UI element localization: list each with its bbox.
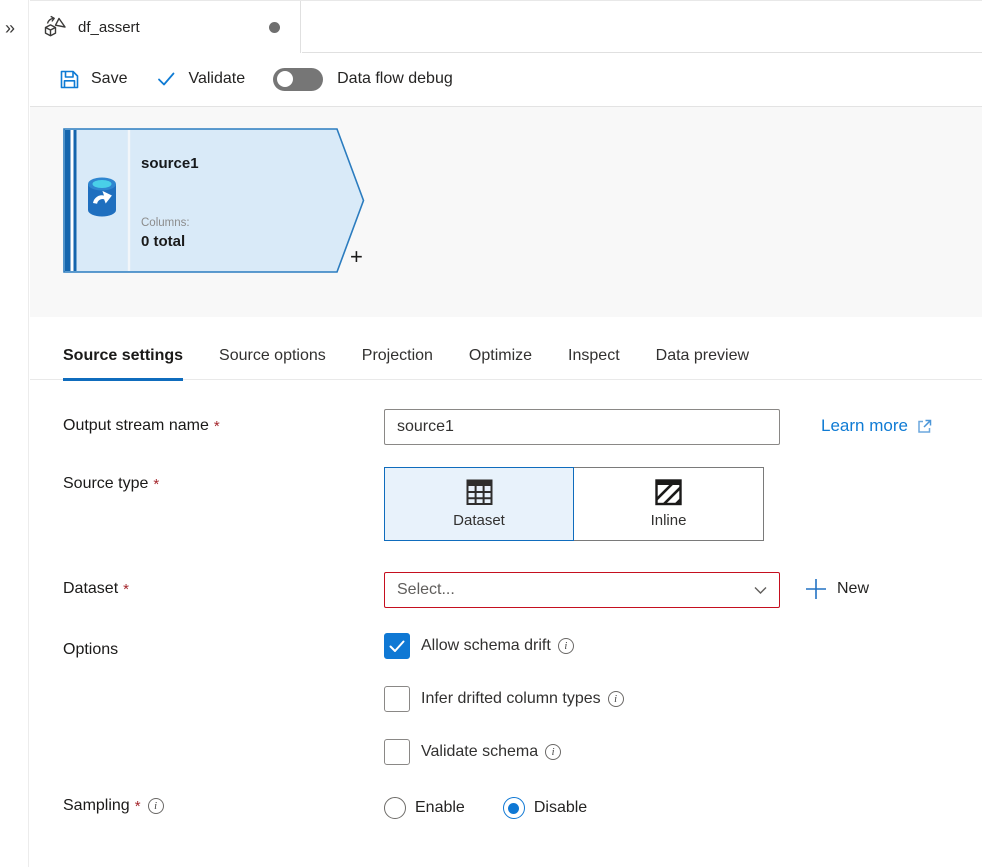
tab-data-preview[interactable]: Data preview <box>656 347 749 381</box>
output-stream-name-row: Output stream name * Learn more <box>63 409 982 445</box>
tab-inspect[interactable]: Inspect <box>568 347 620 381</box>
tab-optimize[interactable]: Optimize <box>469 347 532 381</box>
validate-schema-row: Validate schema i <box>384 739 624 765</box>
sampling-disable-option[interactable]: Disable <box>503 797 587 819</box>
validate-button[interactable]: Validate <box>155 69 245 89</box>
expand-sidebar-chevron-icon[interactable]: » <box>5 18 15 39</box>
plus-icon <box>804 577 828 601</box>
allow-schema-drift-checkbox[interactable] <box>384 633 410 659</box>
required-asterisk: * <box>123 581 129 598</box>
info-icon[interactable]: i <box>558 638 574 654</box>
source-type-inline-button[interactable]: Inline <box>574 467 764 541</box>
external-link-icon <box>916 418 933 435</box>
validate-schema-checkbox[interactable] <box>384 739 410 765</box>
tab-source-options[interactable]: Source options <box>219 347 326 381</box>
tab-source-settings[interactable]: Source settings <box>63 347 183 381</box>
info-icon[interactable]: i <box>148 798 164 814</box>
node-title: source1 <box>141 155 199 172</box>
required-asterisk: * <box>153 476 159 493</box>
data-flow-debug-toggle[interactable] <box>273 68 323 91</box>
disable-radio[interactable] <box>503 797 525 819</box>
source-type-row: Source type * Dataset <box>63 467 982 541</box>
dataflow-icon <box>42 15 68 39</box>
save-button[interactable]: Save <box>59 69 127 90</box>
sampling-radio-group: Enable Disable <box>384 797 587 819</box>
dataset-label: Dataset * <box>63 572 384 598</box>
tab-strip-empty <box>302 1 982 53</box>
sampling-row: Sampling * i Enable Disable <box>63 797 982 819</box>
infer-drifted-column-types-row: Infer drifted column types i <box>384 686 624 712</box>
dataset-table-icon <box>466 479 493 506</box>
dataset-row: Dataset * Select... New <box>63 572 982 608</box>
tab-title: df_assert <box>78 19 140 36</box>
allow-schema-drift-row: Allow schema drift i <box>384 633 624 659</box>
sampling-enable-option[interactable]: Enable <box>384 797 465 819</box>
add-transformation-button[interactable]: + <box>350 244 363 270</box>
validate-label: Validate <box>188 70 245 88</box>
sampling-label: Sampling * i <box>63 797 384 815</box>
output-stream-name-input[interactable] <box>384 409 780 445</box>
required-asterisk: * <box>135 798 141 815</box>
options-row: Options Allow schema drift i Infer drift… <box>63 633 982 792</box>
source-type-dataset-button[interactable]: Dataset <box>384 467 574 541</box>
node-columns-label: Columns: <box>141 217 190 229</box>
node-columns-value: 0 total <box>141 233 185 250</box>
toggle-knob <box>277 71 293 87</box>
document-tab-bar: df_assert <box>30 0 982 52</box>
save-label: Save <box>91 70 127 88</box>
unsaved-changes-dot <box>269 22 280 33</box>
source-type-label: Source type * <box>63 467 384 493</box>
save-icon <box>59 69 80 90</box>
dataflow-canvas[interactable]: source1 Columns: 0 total + <box>30 107 982 317</box>
required-asterisk: * <box>214 418 220 435</box>
settings-tab-bar: Source settings Source options Projectio… <box>30 317 982 380</box>
infer-drifted-column-types-checkbox[interactable] <box>384 686 410 712</box>
dataset-select[interactable]: Select... <box>384 572 780 608</box>
checkmark-icon <box>155 69 177 89</box>
dataset-select-value: Select... <box>397 581 455 599</box>
data-flow-debug-label: Data flow debug <box>337 70 453 88</box>
source-type-segmented: Dataset <box>384 467 764 541</box>
tab-df-assert[interactable]: df_assert <box>30 1 301 53</box>
options-label: Options <box>63 633 384 659</box>
info-icon[interactable]: i <box>608 691 624 707</box>
learn-more-link[interactable]: Learn more <box>821 416 933 436</box>
source-database-icon <box>88 178 116 217</box>
chevron-down-icon <box>754 586 767 595</box>
toolbar: Save Validate Data flow debug <box>30 52 982 107</box>
inline-hatched-icon <box>655 479 682 506</box>
source-settings-form: Output stream name * Learn more Source t… <box>30 380 982 819</box>
info-icon[interactable]: i <box>545 744 561 760</box>
options-checkbox-group: Allow schema drift i Infer drifted colum… <box>384 633 624 792</box>
enable-radio[interactable] <box>384 797 406 819</box>
new-dataset-button[interactable]: New <box>804 577 869 601</box>
main-area: df_assert Save Validate <box>30 0 982 867</box>
source1-node[interactable]: source1 Columns: 0 total <box>63 128 365 273</box>
left-gutter: » <box>0 0 29 867</box>
tab-projection[interactable]: Projection <box>362 347 433 381</box>
output-stream-name-label: Output stream name * <box>63 409 384 435</box>
